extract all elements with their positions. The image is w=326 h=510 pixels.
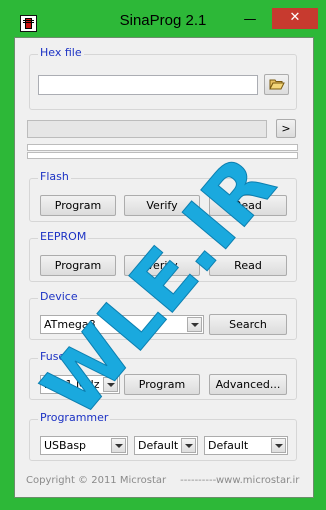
progress-bar-bottom bbox=[27, 152, 298, 159]
browse-button[interactable] bbox=[264, 74, 289, 95]
title-bar[interactable]: SinaProg 2.1 — □ ✕ bbox=[0, 0, 326, 38]
hex-file-input[interactable] bbox=[38, 75, 258, 95]
app-window: SinaProg 2.1 — □ ✕ Hex file > Flash Prog… bbox=[0, 0, 326, 510]
footer: Copyright © 2011 Microstar ---------- www… bbox=[26, 475, 311, 486]
fuses-select[interactable]: Int. 1 MHz bbox=[40, 375, 120, 394]
status-bar bbox=[27, 120, 267, 138]
folder-open-icon bbox=[268, 79, 285, 90]
programmer-select-value: USBasp bbox=[44, 439, 87, 452]
flash-verify-button[interactable]: Verify bbox=[124, 195, 200, 216]
copyright-text: Copyright © 2011 Microstar bbox=[26, 475, 167, 486]
chevron-down-icon[interactable] bbox=[271, 438, 286, 453]
main-panel: Hex file > Flash Program Verify Read EEP… bbox=[14, 37, 314, 498]
progress-bar-top bbox=[27, 144, 298, 151]
chevron-down-icon[interactable] bbox=[181, 438, 196, 453]
hex-file-group: Hex file bbox=[29, 46, 297, 110]
fuses-group: Fuses Int. 1 MHz Program Advanced... bbox=[29, 350, 297, 400]
close-icon[interactable]: ✕ bbox=[272, 8, 318, 29]
flash-group: Flash Program Verify Read bbox=[29, 170, 297, 222]
flash-read-button[interactable]: Read bbox=[209, 195, 287, 216]
speed-select-value: Default bbox=[208, 439, 249, 452]
chevron-down-icon[interactable] bbox=[103, 377, 118, 392]
chevron-down-icon[interactable] bbox=[187, 317, 202, 332]
minimize-icon[interactable]: — bbox=[238, 10, 262, 30]
fuses-label: Fuses bbox=[38, 350, 73, 363]
port-select-value: Default bbox=[138, 439, 179, 452]
window-title: SinaProg 2.1 bbox=[119, 12, 207, 29]
device-search-button[interactable]: Search bbox=[209, 314, 287, 335]
speed-select[interactable]: Default bbox=[204, 436, 288, 455]
device-select-value: ATmega8 bbox=[44, 318, 96, 331]
port-select[interactable]: Default bbox=[134, 436, 198, 455]
device-select[interactable]: ATmega8 bbox=[40, 315, 204, 334]
eeprom-program-button[interactable]: Program bbox=[40, 255, 116, 276]
fuses-program-button[interactable]: Program bbox=[124, 374, 200, 395]
device-label: Device bbox=[38, 290, 80, 303]
device-group: Device ATmega8 Search bbox=[29, 290, 297, 340]
programmer-group: Programmer USBasp Default Default bbox=[29, 411, 297, 461]
log-toggle-button[interactable]: > bbox=[276, 119, 296, 138]
eeprom-label: EEPROM bbox=[38, 230, 89, 243]
fuses-select-value: Int. 1 MHz bbox=[44, 378, 100, 391]
programmer-label: Programmer bbox=[38, 411, 111, 424]
eeprom-group: EEPROM Program Verify Read bbox=[29, 230, 297, 282]
flash-label: Flash bbox=[38, 170, 71, 183]
chip-icon[interactable] bbox=[20, 15, 37, 32]
fuses-advanced-button[interactable]: Advanced... bbox=[209, 374, 287, 395]
eeprom-read-button[interactable]: Read bbox=[209, 255, 287, 276]
eeprom-verify-button[interactable]: Verify bbox=[124, 255, 200, 276]
programmer-select[interactable]: USBasp bbox=[40, 436, 128, 455]
flash-program-button[interactable]: Program bbox=[40, 195, 116, 216]
chevron-down-icon[interactable] bbox=[111, 438, 126, 453]
footer-separator: ---------- bbox=[180, 475, 217, 486]
hex-file-label: Hex file bbox=[38, 46, 84, 59]
website-text: www.microstar.ir bbox=[216, 475, 300, 486]
